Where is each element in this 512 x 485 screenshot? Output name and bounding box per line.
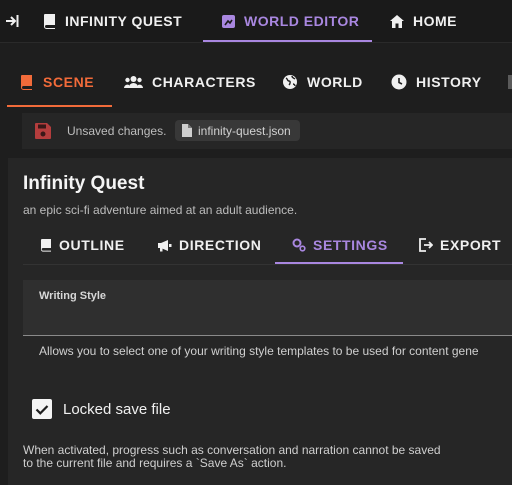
filename-text: infinity-quest.json <box>198 123 291 138</box>
writing-style-select[interactable]: Writing Style <box>23 280 512 336</box>
collapse-icon <box>4 13 20 29</box>
collapse-sidebar-button[interactable] <box>4 0 28 42</box>
overflow-tab-indicator <box>508 75 512 89</box>
locked-save-file-note: When activated, progress such as convers… <box>23 443 441 470</box>
topnav-label: WORLD EDITOR <box>244 13 360 29</box>
topnav-infinity-quest[interactable]: INFINITY QUEST <box>43 0 182 42</box>
scene-tabs: OUTLINE DIRECTION SETTINGS EXPORT <box>23 226 512 265</box>
scene-panel: Infinity Quest an epic sci-fi adventure … <box>8 158 512 485</box>
clock-icon <box>391 74 407 90</box>
book-icon <box>20 74 34 90</box>
topnav-label: INFINITY QUEST <box>65 13 183 29</box>
active-tab-indicator <box>203 40 372 42</box>
checkmark-icon <box>35 404 49 415</box>
tab-label: CHARACTERS <box>152 74 256 90</box>
tab-direction[interactable]: DIRECTION <box>157 226 261 264</box>
home-icon <box>389 14 405 29</box>
tab-label: DIRECTION <box>179 237 262 253</box>
tab-settings[interactable]: SETTINGS <box>292 226 388 264</box>
active-tab-indicator <box>275 262 403 264</box>
locked-save-file-checkbox[interactable] <box>32 399 52 419</box>
globe-icon <box>282 74 298 90</box>
topnav-world-editor[interactable]: WORLD EDITOR <box>221 0 359 42</box>
unsaved-changes-text: Unsaved changes. <box>67 124 167 138</box>
tab-outline[interactable]: OUTLINE <box>40 226 125 264</box>
tab-export[interactable]: EXPORT <box>418 226 501 264</box>
tab-world[interactable]: WORLD <box>282 57 363 107</box>
tab-label: EXPORT <box>440 237 502 253</box>
save-icon[interactable] <box>34 122 52 145</box>
file-icon <box>181 124 192 137</box>
tab-characters[interactable]: CHARACTERS <box>124 57 256 107</box>
topnav-home[interactable]: HOME <box>389 0 457 42</box>
gears-icon <box>292 238 306 252</box>
writing-style-helper-text: Allows you to select one of your writing… <box>39 344 479 358</box>
locked-save-file-label[interactable]: Locked save file <box>63 401 171 418</box>
map-icon <box>221 14 236 29</box>
megaphone-icon <box>157 239 172 252</box>
tab-scene[interactable]: SCENE <box>20 57 94 107</box>
topnav-label: HOME <box>413 13 457 29</box>
book-icon <box>40 238 52 252</box>
active-tab-indicator <box>7 105 112 107</box>
filename-chip: infinity-quest.json <box>175 120 300 141</box>
people-icon <box>124 75 143 89</box>
book-icon <box>43 13 57 29</box>
tab-label: SCENE <box>43 74 95 90</box>
tab-label: OUTLINE <box>59 237 125 253</box>
page-title: Infinity Quest <box>23 173 145 194</box>
writing-style-label: Writing Style <box>39 290 107 302</box>
tab-label: WORLD <box>307 74 363 90</box>
main-tabs: SCENE CHARACTERS WORLD HISTORY <box>0 57 512 107</box>
top-navigation: INFINITY QUEST WORLD EDITOR HOME <box>0 0 512 43</box>
tab-label: HISTORY <box>416 74 482 90</box>
save-status-bar: Unsaved changes. infinity-quest.json <box>22 113 512 149</box>
tab-history[interactable]: HISTORY <box>391 57 482 107</box>
tab-label: SETTINGS <box>313 237 388 253</box>
export-icon <box>418 238 433 252</box>
page-subtitle: an epic sci-fi adventure aimed at an adu… <box>23 203 298 217</box>
